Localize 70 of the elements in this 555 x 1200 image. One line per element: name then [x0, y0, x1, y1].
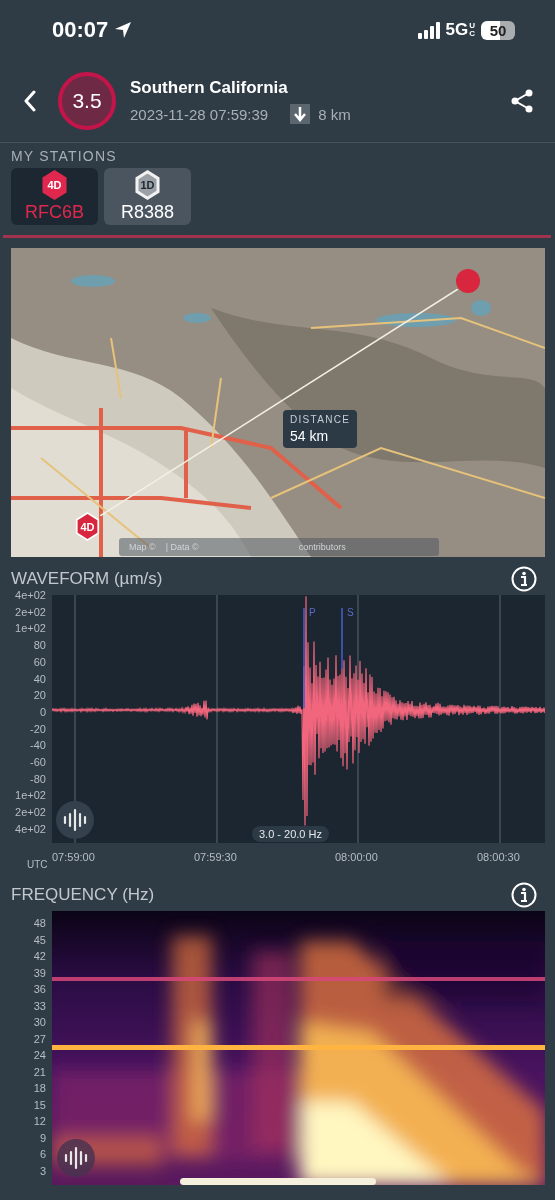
axis-tick-label: -40 — [30, 739, 46, 752]
network-label: 5G — [445, 20, 469, 40]
axis-tick-label: 4e+02 — [15, 589, 46, 601]
distance-value: 54 km — [290, 428, 330, 444]
station-badge: 1D — [133, 170, 162, 200]
axis-tick-label: 20 — [33, 689, 46, 702]
axis-tick-label: 9 — [39, 1131, 46, 1144]
event-datetime: 2023-11-28 07:59:39 — [130, 105, 269, 123]
axis-tick-label: 42 — [33, 950, 46, 963]
axis-tick-label: 45 — [33, 933, 46, 946]
axis-tick-label: 3 — [39, 1164, 46, 1177]
battery-level: 50 — [481, 20, 515, 40]
location-arrow-icon — [114, 21, 133, 39]
attribution-text: | Data © — [165, 542, 199, 552]
axis-tick-label: 24 — [33, 1049, 46, 1062]
axis-tick-label: 12 — [33, 1115, 46, 1128]
distance-label: DISTANCE — [290, 414, 351, 425]
info-icon — [511, 566, 537, 592]
info-button[interactable] — [511, 882, 537, 908]
axis-tick-label: 1e+02 — [15, 622, 46, 635]
sound-wave-icon — [64, 1146, 88, 1170]
share-icon — [511, 89, 533, 113]
axis-tick-label: -60 — [30, 756, 46, 769]
axis-tick-label: 07:59:00 — [52, 851, 95, 863]
axis-tick-label: 6 — [39, 1148, 46, 1161]
phase-label: P — [309, 607, 316, 618]
axis-tick-label: 33 — [33, 999, 46, 1012]
attribution-text: contributors — [298, 542, 346, 552]
station-tab[interactable]: 4D RFC6B — [11, 168, 98, 225]
axis-tick-label: 80 — [33, 639, 46, 652]
axis-tick-label: 30 — [33, 1016, 46, 1029]
axis-tick-label: 2e+02 — [15, 806, 46, 819]
event-region: Southern California — [130, 78, 289, 98]
axis-tick-label: 40 — [33, 672, 46, 685]
axis-tick-label: -80 — [30, 772, 46, 785]
event-depth: 8 km — [318, 105, 351, 123]
axis-tick-label: -20 — [30, 722, 46, 735]
axis-tick-label: 07:59:30 — [194, 851, 237, 863]
axis-tick-label: 18 — [33, 1082, 46, 1095]
section-title: FREQUENCY (Hz) — [11, 885, 155, 905]
axis-tick-label: 1e+02 — [15, 789, 46, 802]
axis-tick-label: 08:00:00 — [335, 851, 378, 863]
axis-tick-label: 39 — [33, 966, 46, 979]
clock-time: 00:07 — [52, 17, 109, 43]
phase-marker-line — [341, 608, 343, 670]
phase-label: S — [347, 607, 354, 618]
filter-band-label: 3.0 - 20.0 Hz — [252, 826, 329, 842]
back-chevron-icon — [24, 90, 36, 112]
magnitude-badge: 3.5 — [58, 72, 116, 130]
station-tab[interactable]: 1D R8388 — [104, 168, 191, 225]
station-badge: 4D — [40, 170, 69, 200]
axis-tick-label: 60 — [33, 655, 46, 668]
info-button[interactable] — [511, 566, 537, 592]
section-title: WAVEFORM (µm/s) — [11, 569, 163, 589]
axis-tick-label: 4e+02 — [15, 822, 46, 835]
timezone-label: UTC — [27, 859, 48, 870]
attribution-text: Map © — [129, 542, 156, 552]
axis-tick-label: 2e+02 — [15, 605, 46, 618]
axis-tick-label: 36 — [33, 983, 46, 996]
axis-tick-label: 08:00:30 — [477, 851, 520, 863]
axis-tick-label: 0 — [39, 705, 46, 718]
axis-tick-label: 15 — [33, 1098, 46, 1111]
axis-tick-label: 48 — [33, 917, 46, 929]
info-icon — [511, 882, 537, 908]
network-suffix: UC — [469, 22, 475, 38]
axis-tick-label: 27 — [33, 1032, 46, 1045]
signal-icon — [417, 21, 440, 39]
sound-wave-icon — [63, 808, 87, 832]
axis-tick-label: 21 — [33, 1065, 46, 1078]
section-title: MY STATIONS — [10, 147, 118, 166]
